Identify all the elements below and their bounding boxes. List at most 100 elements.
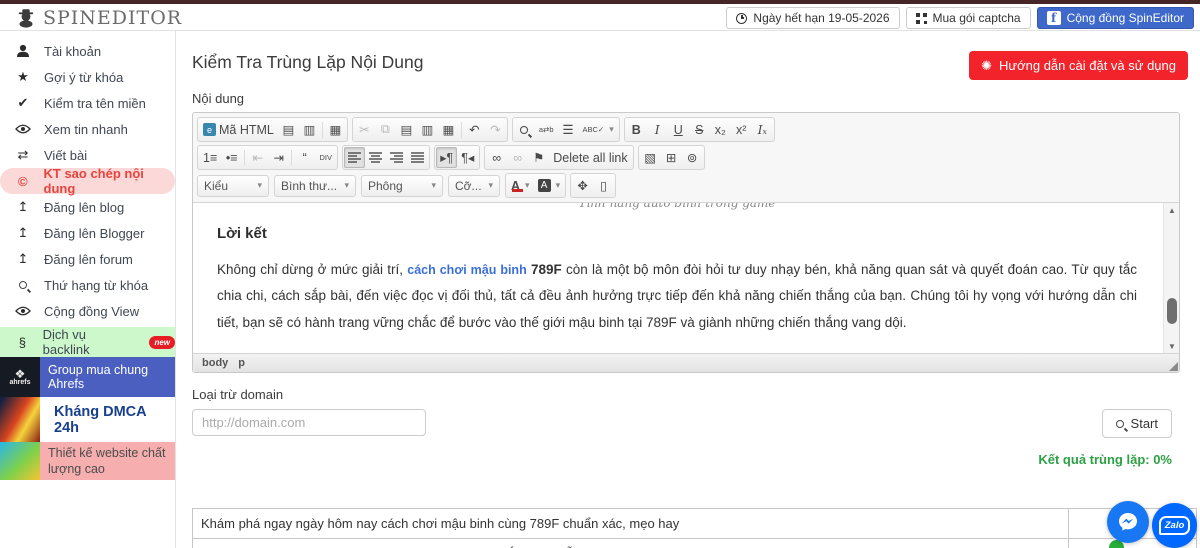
content-label: Nội dung [192,91,244,106]
sidebar-item-keyword-suggest[interactable]: ★ Gợi ý từ khóa [0,64,175,90]
star-icon: ★ [15,69,31,85]
replace-icon[interactable]: a⇄b [535,119,558,140]
paste-text-icon[interactable]: ▥ [417,119,438,140]
sidebar-item-label: Cộng đồng View [44,304,139,319]
outdent-icon[interactable]: ⇤ [247,147,268,168]
sidebar-item-write-article[interactable]: ⇄ Viết bài [0,142,175,168]
sidebar-item-label: Thứ hạng từ khóa [44,278,148,293]
subscript-icon[interactable]: x₂ [710,119,731,140]
cut-icon[interactable]: ✂ [354,119,375,140]
text-color-icon[interactable]: A▾ [507,175,534,196]
underline-icon[interactable]: U [668,119,689,140]
copy-icon[interactable]: ⧉ [375,119,396,140]
bg-color-icon[interactable]: A▾ [534,175,565,196]
sidebar-item-account[interactable]: Tài khoản [0,38,175,64]
promo-dmca[interactable]: Kháng DMCA 24h [0,397,175,442]
table-row[interactable]: Khám phá ngay ngày hôm nay cách chơi mậu… [193,509,1197,539]
font-dropdown[interactable]: Phông▾ [361,175,443,197]
gear-icon: ✺ [981,58,992,74]
blockquote-icon[interactable]: “ [294,147,315,168]
italic-icon[interactable]: I [647,119,668,140]
link-icon[interactable]: ∞ [486,147,507,168]
guide-button[interactable]: ✺ Hướng dẫn cài đặt và sử dụng [969,51,1188,80]
table-row[interactable]: và chiến lược đỉnh cao giúp người chơi b… [193,539,1197,548]
styles-dropdown[interactable]: Kiểu▾ [197,175,269,197]
preview-icon[interactable]: ▤ [278,119,299,140]
bullet-list-icon[interactable]: •≡ [221,147,242,168]
align-left-icon[interactable] [344,147,365,168]
expiry-button[interactable]: Ngày hết hạn 19-05-2026 [726,7,899,29]
strikethrough-icon[interactable]: S [689,119,710,140]
sidebar-item-label: Đăng lên forum [44,252,133,267]
promo-ahrefs[interactable]: ❖ ahrefs Group mua chung Ahrefs [0,357,175,397]
sidebar-item-quick-news[interactable]: Xem tin nhanh [0,116,175,142]
maximize-icon[interactable]: ✥ [572,175,593,196]
iframe-icon[interactable]: ⊚ [682,147,703,168]
indent-icon[interactable]: ⇥ [268,147,289,168]
sidebar-item-upload-blog[interactable]: ↥ Đăng lên blog [0,194,175,220]
logo[interactable]: SPINEDITOR [16,7,182,29]
sidebar-item-copy-check[interactable]: © KT sao chép nội dung [0,168,175,194]
sidebar-item-keyword-rank[interactable]: Thứ hạng từ khóa [0,272,175,298]
buy-captcha-button[interactable]: Mua gói captcha [906,7,1031,29]
direction-rtl-icon[interactable]: ¶◂ [457,147,478,168]
source-button[interactable]: eMã HTML [199,119,278,140]
sidebar-item-community-view[interactable]: Cộng đồng View [0,298,175,324]
anchor-icon[interactable]: ⚑ [528,147,549,168]
align-center-icon[interactable] [365,147,386,168]
zalo-button[interactable]: Zalo [1152,503,1197,548]
sidebar-item-label: Đăng lên Blogger [44,226,144,241]
search-icon [15,281,31,289]
remove-format-icon[interactable]: Iₓ [752,119,773,140]
sidebar-item-backlink-service[interactable]: § Dịch vụ backlink new [0,327,175,357]
show-blocks-icon[interactable]: ▯ [593,175,614,196]
find-icon[interactable] [514,119,535,140]
inline-link[interactable]: cách chơi mậu binh [407,263,526,277]
ahrefs-logo: ❖ ahrefs [0,357,40,397]
select-all-icon[interactable]: ☰ [558,119,579,140]
editor-content[interactable]: Tính năng auto bình trong game Lời kết K… [193,203,1179,353]
format-dropdown[interactable]: Bình thư...▾ [274,175,356,197]
page-title: Kiểm Tra Trùng Lặp Nội Dung [192,52,424,73]
copyright-icon: © [15,174,31,189]
spellcheck-icon[interactable]: ABC✓▾ [579,119,618,140]
path-body[interactable]: body [202,357,228,369]
ordered-list-icon[interactable]: 1≡ [199,147,221,168]
sidebar-item-upload-blogger[interactable]: ↥ Đăng lên Blogger [0,220,175,246]
messenger-button[interactable] [1107,501,1149,543]
paste-word-icon[interactable]: ▦ [438,119,459,140]
align-justify-icon[interactable] [407,147,428,168]
align-right-icon[interactable] [386,147,407,168]
bold-icon[interactable]: B [626,119,647,140]
eye-icon [15,124,31,134]
start-button[interactable]: Start [1102,409,1172,438]
redo-icon[interactable]: ↷ [485,119,506,140]
scroll-down-icon[interactable]: ▼ [1164,339,1179,353]
promo-website-design[interactable]: Thiết kế website chất lượng cao [0,442,175,480]
direction-ltr-icon[interactable]: ▸¶ [436,147,457,168]
print-icon[interactable]: ▥ [299,119,320,140]
scroll-up-icon[interactable]: ▲ [1164,203,1179,217]
size-dropdown[interactable]: Cỡ...▾ [448,175,500,197]
exclude-domain-input[interactable] [192,409,426,436]
element-path-bar: body p [193,353,1179,372]
community-button[interactable]: f Cộng đồng SpinEditor [1037,7,1194,29]
table-icon[interactable]: ⊞ [661,147,682,168]
upload-icon: ↥ [15,251,31,267]
path-p[interactable]: p [238,357,245,369]
div-container-icon[interactable]: DIV [315,147,336,168]
delete-all-link-button[interactable]: Delete all link [549,147,631,168]
editor-scrollbar[interactable]: ▲ ▼ [1163,203,1179,353]
user-icon [15,44,31,58]
templates-icon[interactable]: ▦ [325,119,346,140]
image-icon[interactable]: ▧ [640,147,661,168]
sidebar-item-domain-check[interactable]: ✔ Kiểm tra tên miền [0,90,175,116]
undo-icon[interactable]: ↶ [464,119,485,140]
superscript-icon[interactable]: x² [731,119,752,140]
paste-icon[interactable]: ▤ [396,119,417,140]
promo-website-label: Thiết kế website chất lượng cao [40,442,175,480]
sidebar-item-upload-forum[interactable]: ↥ Đăng lên forum [0,246,175,272]
unlink-icon[interactable]: ∞ [507,147,528,168]
scroll-thumb[interactable] [1167,298,1177,324]
resize-handle[interactable] [1169,362,1178,371]
